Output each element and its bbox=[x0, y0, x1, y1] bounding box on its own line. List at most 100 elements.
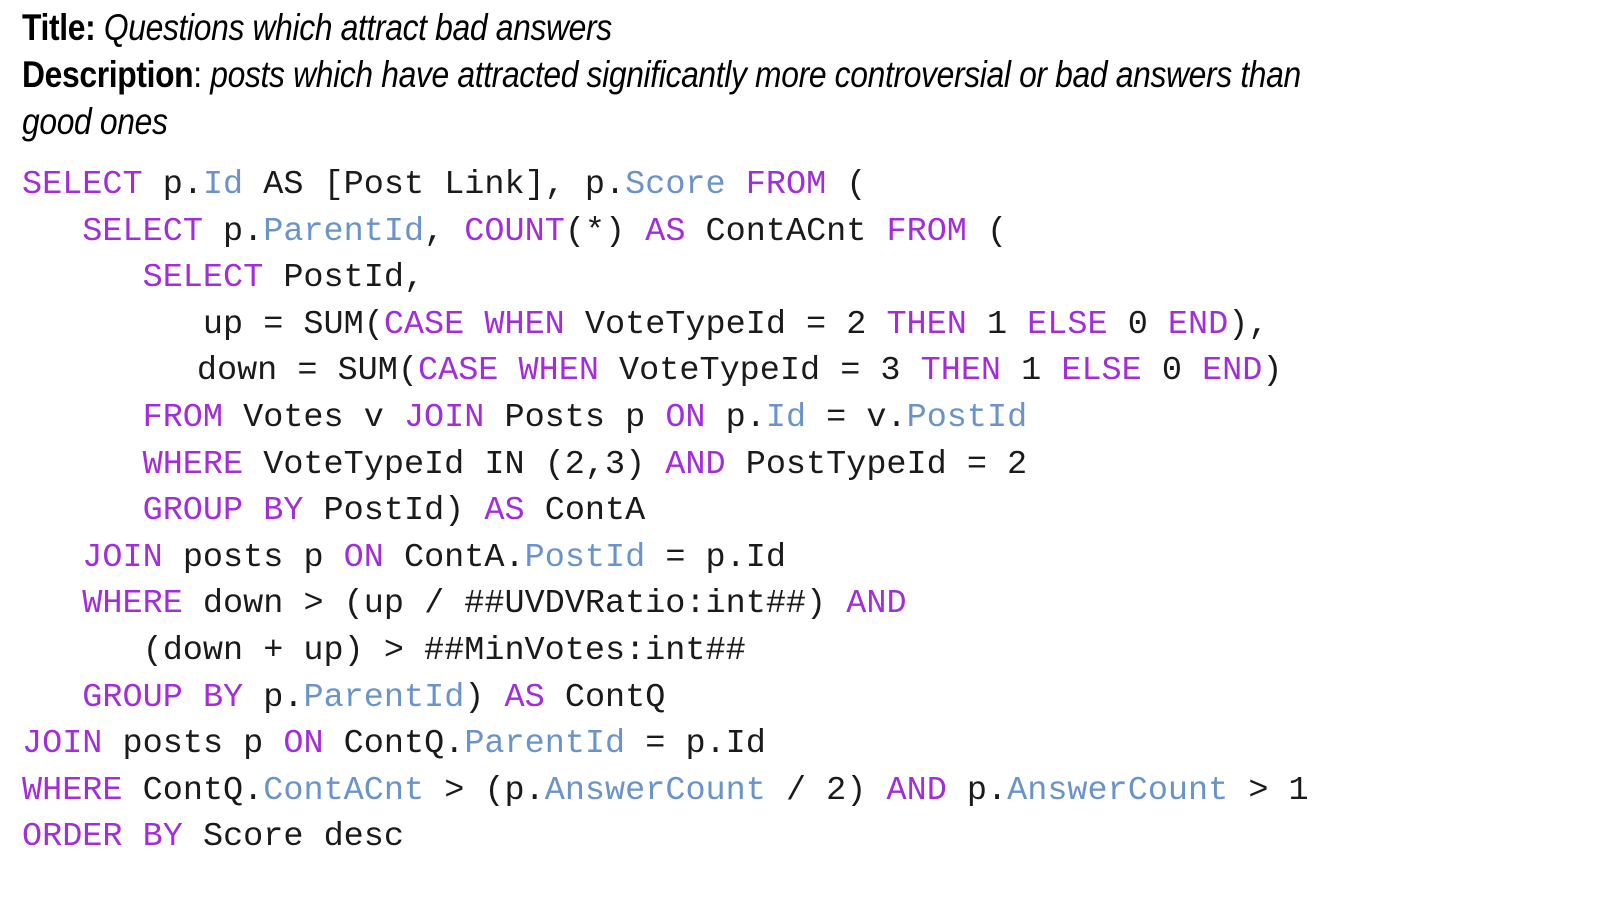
sql-text: posts p bbox=[162, 538, 344, 577]
code-line: (down + up) > ##MinVotes:int## bbox=[22, 628, 1608, 675]
sql-keyword: JOIN bbox=[403, 398, 485, 437]
sql-text: PostTypeId = 2 bbox=[725, 445, 1028, 484]
sql-text: 1 bbox=[966, 305, 1028, 344]
query-header: Title: Questions which attract bad answe… bbox=[22, 4, 1582, 145]
code-line: ORDER BY Score desc bbox=[22, 814, 1608, 861]
sql-text: ) bbox=[1262, 352, 1283, 391]
sql-identifier: ParentId bbox=[464, 725, 626, 764]
sql-text: ContACnt bbox=[685, 212, 887, 251]
sql-text: ContA. bbox=[383, 538, 525, 577]
sql-identifier: Score bbox=[625, 166, 726, 204]
query-snippet-page: Title: Questions which attract bad answe… bbox=[0, 0, 1608, 898]
code-line: SELECT p.Id AS [Post Link], p.Score FROM… bbox=[22, 162, 1608, 209]
sql-keyword: END bbox=[1202, 352, 1263, 391]
sql-keyword: CASE bbox=[418, 352, 499, 391]
sql-keyword: BY bbox=[202, 678, 244, 717]
sql-text: 0 bbox=[1141, 352, 1203, 391]
sql-keyword: SELECT bbox=[22, 166, 143, 204]
sql-keyword: ON bbox=[283, 725, 324, 764]
query-description-colon: : bbox=[193, 54, 211, 95]
code-line: WHERE VoteTypeId IN (2,3) AND PostTypeId… bbox=[22, 442, 1608, 489]
sql-keyword: AS bbox=[504, 678, 545, 717]
sql-keyword: CASE bbox=[383, 305, 465, 344]
sql-keyword: AND bbox=[846, 585, 907, 624]
sql-text: ( bbox=[966, 212, 1008, 251]
sql-keyword: WHEN bbox=[518, 352, 599, 391]
code-line: SELECT p.ParentId, COUNT(*) AS ContACnt … bbox=[22, 209, 1608, 256]
sql-identifier: AnswerCount bbox=[544, 771, 766, 810]
sql-text: p. bbox=[946, 771, 1008, 810]
code-line: FROM Votes v JOIN Posts p ON p.Id = v.Po… bbox=[22, 395, 1608, 442]
code-line: GROUP BY PostId) AS ContA bbox=[22, 488, 1608, 535]
sql-text: p. bbox=[142, 166, 203, 204]
code-line: up = SUM(CASE WHEN VoteTypeId = 2 THEN 1… bbox=[22, 302, 1608, 349]
sql-keyword: GROUP bbox=[82, 678, 183, 717]
sql-keyword: ON bbox=[343, 538, 384, 577]
sql-keyword: THEN bbox=[920, 352, 1002, 391]
sql-keyword: WHEN bbox=[484, 305, 565, 344]
sql-keyword: AND bbox=[886, 771, 947, 810]
sql-keyword: ELSE bbox=[1027, 305, 1108, 344]
sql-text: ContQ bbox=[544, 678, 666, 717]
sql-identifier: ParentId bbox=[303, 678, 465, 717]
sql-text: PostId, bbox=[263, 259, 425, 298]
sql-text: 0 bbox=[1107, 305, 1168, 344]
sql-text: = p.Id bbox=[645, 538, 786, 577]
sql-text: ContQ. bbox=[323, 725, 465, 764]
code-line: GROUP BY p.ParentId) AS ContQ bbox=[22, 675, 1608, 722]
sql-keyword: ORDER bbox=[22, 818, 123, 857]
sql-text: Score desc bbox=[182, 818, 404, 857]
sql-keyword: WHERE bbox=[142, 445, 244, 484]
sql-keyword: END bbox=[1167, 305, 1229, 344]
query-title-value: Questions which attract bad answers bbox=[95, 7, 612, 48]
sql-keyword: AS bbox=[484, 492, 525, 531]
sql-identifier: Id bbox=[202, 166, 244, 204]
sql-identifier: ContACnt bbox=[263, 771, 425, 810]
sql-text: 1 bbox=[1001, 352, 1062, 391]
sql-text: = p.Id bbox=[625, 725, 766, 764]
sql-text: p. bbox=[243, 678, 304, 717]
sql-text: up = SUM( bbox=[202, 305, 384, 344]
sql-text: ), bbox=[1228, 305, 1269, 344]
sql-text: > (p. bbox=[424, 771, 545, 810]
sql-text: = v. bbox=[806, 398, 907, 437]
code-line: down = SUM(CASE WHEN VoteTypeId = 3 THEN… bbox=[22, 348, 1608, 395]
sql-keyword: AND bbox=[665, 445, 726, 484]
sql-text: ( bbox=[826, 166, 867, 204]
sql-code-block: SELECT p.Id AS [Post Link], p.Score FROM… bbox=[22, 162, 1608, 861]
sql-text: (down + up) > ##MinVotes:int## bbox=[142, 631, 746, 670]
sql-text: ContA bbox=[524, 492, 646, 531]
sql-keyword: WHERE bbox=[22, 771, 123, 810]
sql-text: AS [Post Link], p. bbox=[243, 166, 626, 204]
sql-identifier: PostId bbox=[906, 398, 1028, 437]
sql-keyword: FROM bbox=[745, 166, 827, 204]
sql-keyword: ELSE bbox=[1061, 352, 1142, 391]
sql-keyword: FROM bbox=[142, 398, 224, 437]
sql-keyword: JOIN bbox=[22, 725, 103, 764]
sql-text: > 1 bbox=[1228, 771, 1309, 810]
sql-text: VoteTypeId IN (2,3) bbox=[243, 445, 666, 484]
sql-keyword: SELECT bbox=[142, 259, 264, 298]
sql-text: VoteTypeId = 3 bbox=[598, 352, 921, 391]
sql-text: / 2) bbox=[765, 771, 887, 810]
sql-text: ) bbox=[464, 678, 505, 717]
sql-keyword: COUNT bbox=[464, 212, 565, 251]
sql-keyword: BY bbox=[142, 818, 183, 857]
sql-text: Posts p bbox=[484, 398, 666, 437]
sql-text: , bbox=[424, 212, 465, 251]
sql-text: posts p bbox=[102, 725, 284, 764]
sql-identifier: ParentId bbox=[263, 212, 425, 251]
sql-identifier: Id bbox=[765, 398, 807, 437]
sql-keyword: WHERE bbox=[82, 585, 183, 624]
sql-text: Votes v bbox=[223, 398, 404, 437]
query-title-label: Title: bbox=[22, 7, 96, 48]
sql-keyword: AS bbox=[645, 212, 686, 251]
query-description-line: Description: posts which have attracted … bbox=[22, 51, 1364, 145]
sql-keyword: THEN bbox=[886, 305, 967, 344]
